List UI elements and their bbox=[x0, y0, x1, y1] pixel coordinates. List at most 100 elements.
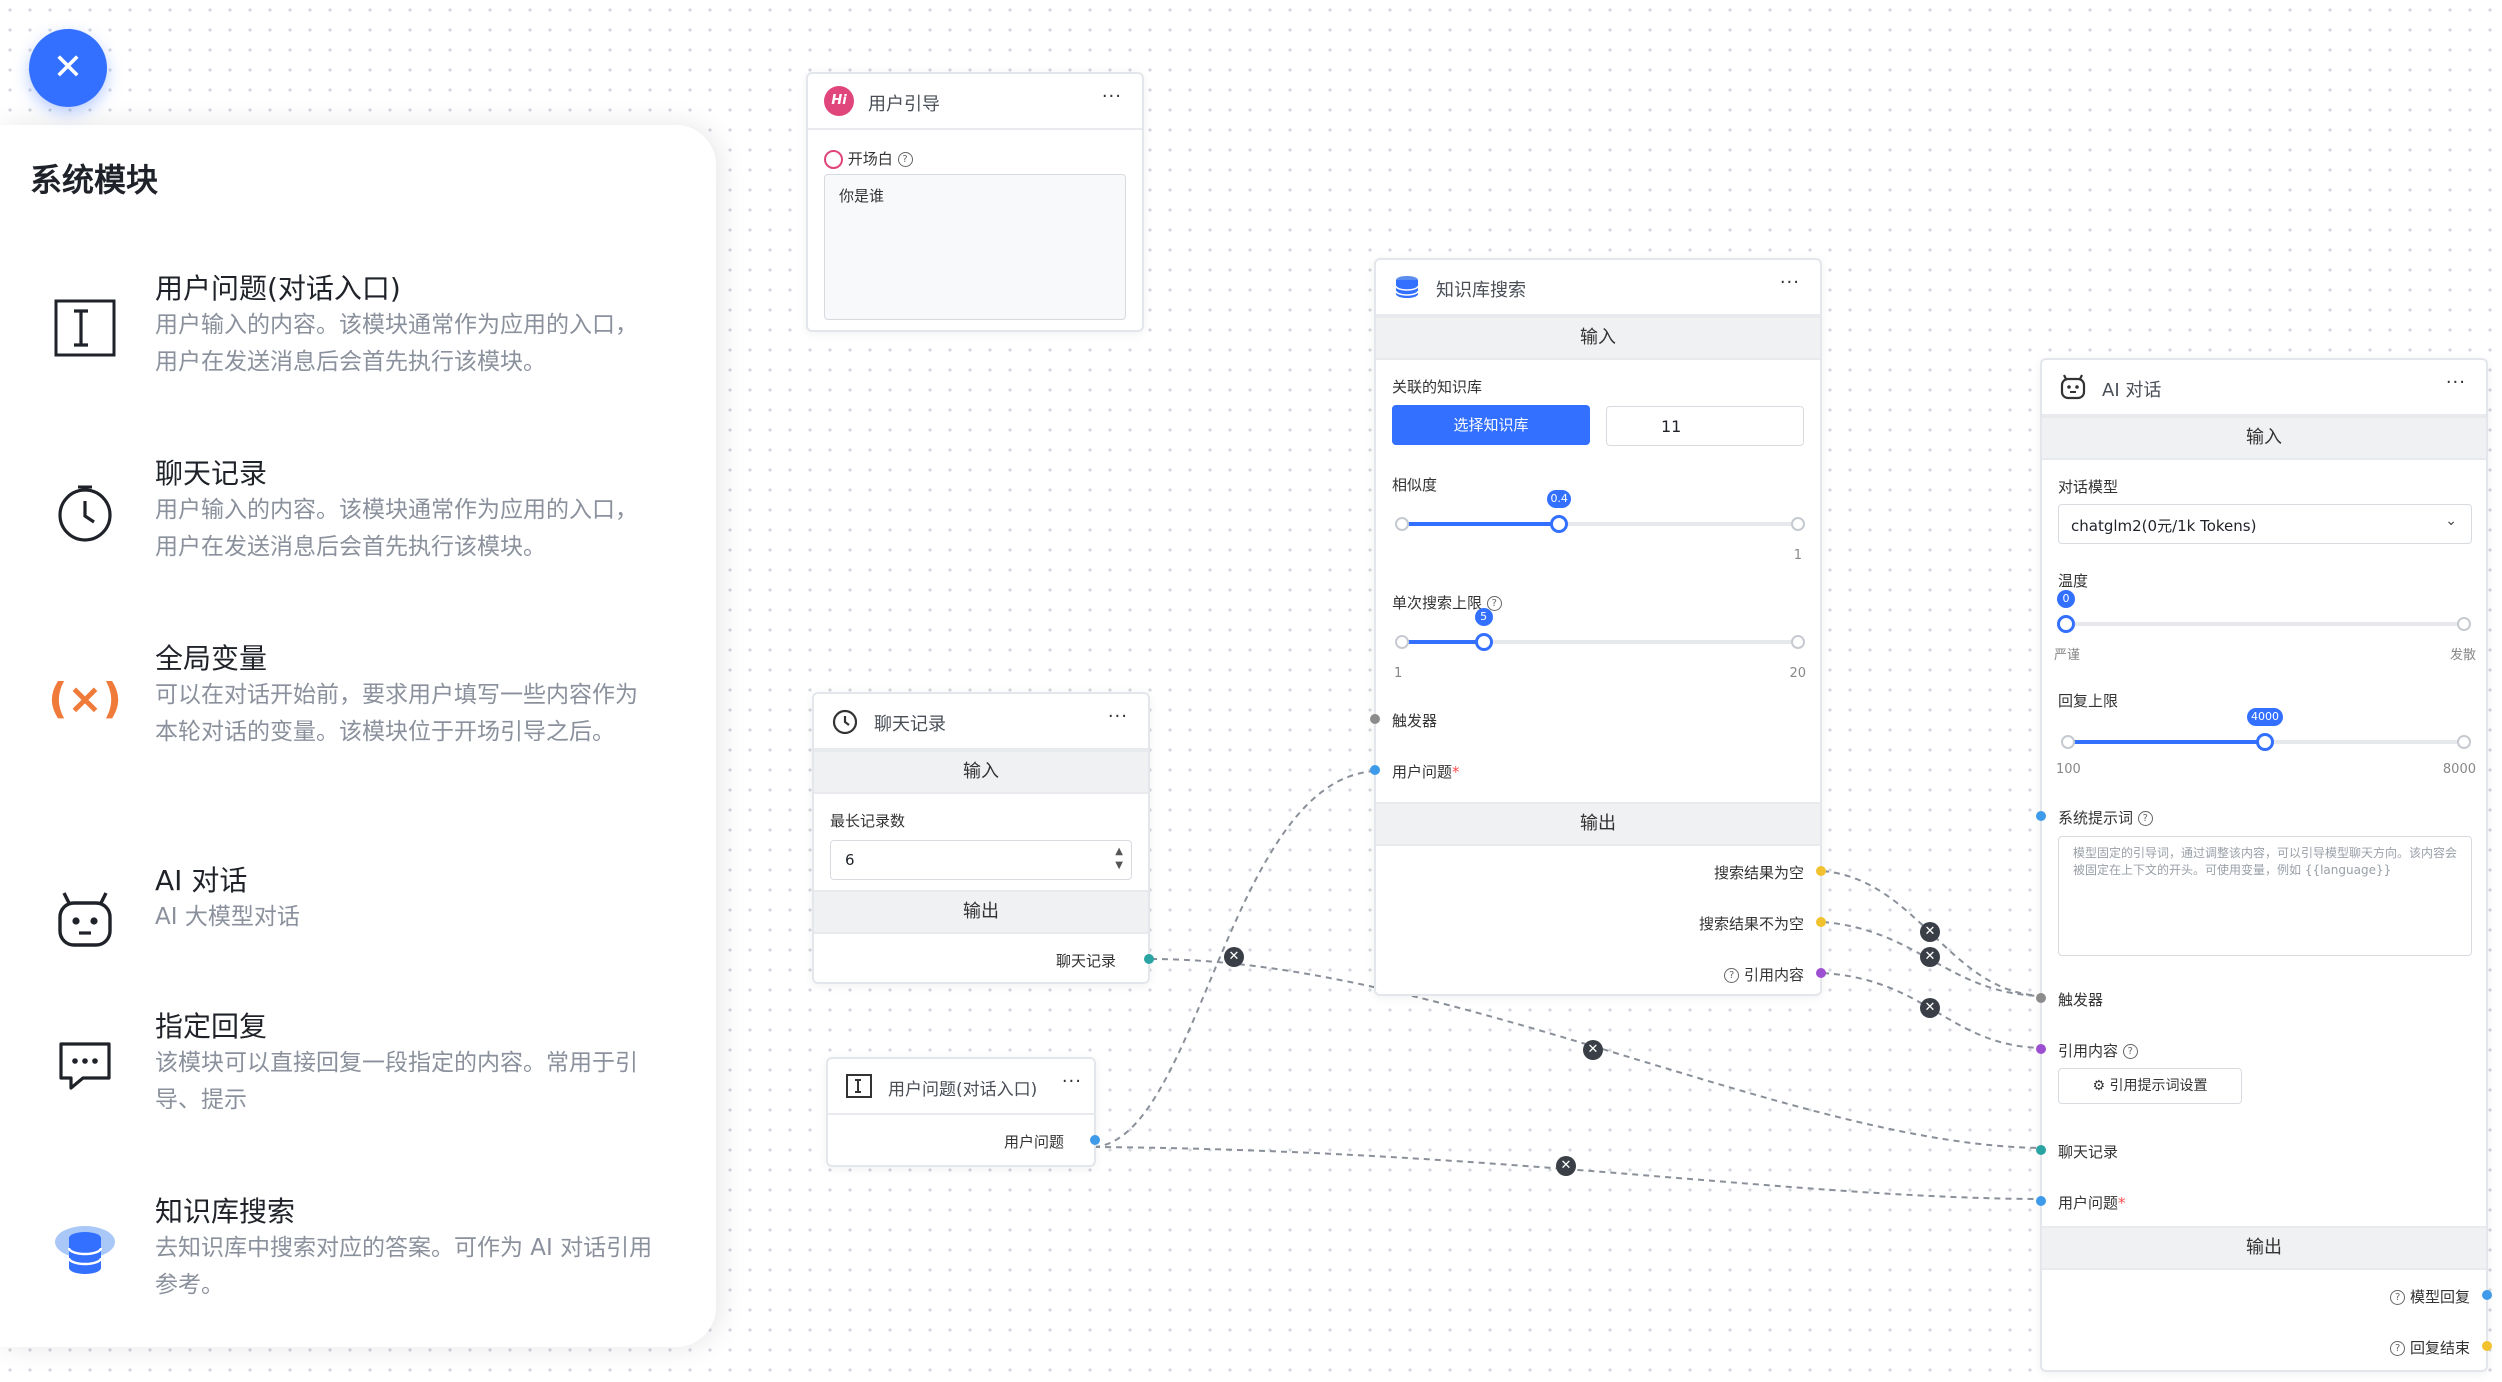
ai-quote-port[interactable] bbox=[2036, 1044, 2046, 1054]
out-reply-label-row: ? 模型回复 bbox=[2390, 1286, 2470, 1307]
delete-edge-empty[interactable]: ✕ bbox=[1920, 922, 1940, 942]
stepper-icon[interactable]: ▲ ▼ bbox=[1115, 845, 1123, 873]
temperature-thumb[interactable] bbox=[2057, 615, 2075, 633]
help-icon[interactable]: ? bbox=[2390, 1341, 2406, 1356]
ai-history-port[interactable] bbox=[2036, 1145, 2046, 1155]
chat-reply-icon bbox=[50, 1031, 120, 1101]
module-name: 指定回复 bbox=[155, 1010, 268, 1043]
module-name: 用户问题(对话入口) bbox=[155, 272, 401, 305]
node-header[interactable]: 知识库搜索 ··· bbox=[1376, 260, 1820, 316]
node-title: 用户问题(对话入口) bbox=[888, 1080, 1038, 1100]
limit-label: 单次搜索上限 bbox=[1392, 594, 1483, 612]
module-chat-history[interactable]: 聊天记录 用户输入的内容。该模块通常作为应用的入口，用户在发送消息后会首先执行该… bbox=[30, 452, 690, 572]
module-ai-chat[interactable]: AI 对话 AI 大模型对话 bbox=[30, 859, 690, 969]
module-name: 知识库搜索 bbox=[155, 1195, 296, 1228]
similarity-slider[interactable]: 0.4 bbox=[1395, 490, 1805, 546]
reply-limit-thumb[interactable] bbox=[2256, 733, 2274, 751]
select-kb-button[interactable]: 选择知识库 bbox=[1392, 405, 1590, 445]
help-icon[interactable]: ? bbox=[897, 152, 913, 167]
reply-limit-min: 100 bbox=[2056, 762, 2081, 777]
question-output-port[interactable] bbox=[1090, 1135, 1100, 1145]
help-icon[interactable]: ? bbox=[1724, 968, 1740, 983]
module-global-variables[interactable]: (×) 全局变量 可以在对话开始前，要求用户填写一些内容作为本轮对话的变量。该模… bbox=[30, 637, 690, 797]
more-options-button[interactable]: ··· bbox=[1780, 272, 1800, 293]
node-header[interactable]: 聊天记录 ··· bbox=[814, 694, 1148, 750]
close-panel-button[interactable]: ✕ bbox=[29, 29, 107, 107]
help-icon[interactable]: ? bbox=[2122, 1044, 2138, 1059]
help-icon[interactable]: ? bbox=[2390, 1290, 2406, 1305]
reply-limit-value-badge: 4000 bbox=[2247, 708, 2283, 726]
kb-question-label-row: 用户问题* bbox=[1392, 763, 1460, 781]
module-kb-search[interactable]: 知识库搜索 去知识库中搜索对应的答案。可作为 AI 对话引用参考。 bbox=[30, 1190, 690, 1310]
system-prompt-port[interactable] bbox=[2036, 811, 2046, 821]
node-header[interactable]: Hi 用户引导 ··· bbox=[808, 74, 1142, 130]
history-clock-icon bbox=[50, 478, 120, 548]
model-select[interactable]: chatglm2(0元/1k Tokens) ⌄ bbox=[2058, 504, 2472, 544]
ai-question-label-row: 用户问题* bbox=[2058, 1194, 2126, 1212]
similarity-thumb[interactable] bbox=[1550, 515, 1569, 533]
ai-question-port[interactable] bbox=[2036, 1196, 2046, 1206]
kb-value-field[interactable]: 11 bbox=[1606, 406, 1804, 446]
module-desc: 用户输入的内容。该模块通常作为应用的入口，用户在发送消息后会首先执行该模块。 bbox=[155, 497, 638, 560]
module-name: 聊天记录 bbox=[155, 457, 268, 490]
quote-settings-button[interactable]: ⚙ 引用提示词设置 bbox=[2058, 1068, 2242, 1104]
out-nonempty-label: 搜索结果不为空 bbox=[1698, 915, 1804, 933]
help-icon[interactable]: ? bbox=[2137, 811, 2153, 826]
input-section-header: 输入 bbox=[2042, 416, 2486, 460]
ai-question-label: 用户问题 bbox=[2058, 1194, 2119, 1212]
limit-thumb[interactable] bbox=[1474, 633, 1493, 651]
reply-limit-max: 8000 bbox=[2442, 762, 2476, 777]
gear-icon: ⚙ bbox=[2092, 1078, 2106, 1094]
out-reply-port[interactable] bbox=[2482, 1290, 2492, 1300]
out-quote-port[interactable] bbox=[1816, 968, 1826, 978]
more-options-button[interactable]: ··· bbox=[1062, 1071, 1082, 1092]
node-header[interactable]: AI 对话 ··· bbox=[2042, 360, 2486, 416]
history-clock-icon bbox=[830, 706, 860, 736]
more-options-button[interactable]: ··· bbox=[2446, 372, 2466, 393]
delete-edge-question-ai[interactable]: ✕ bbox=[1556, 1156, 1576, 1176]
node-chat-history[interactable]: 聊天记录 ··· 输入 最长记录数 6 ▲ ▼ 输出 聊天记录 bbox=[812, 692, 1154, 984]
output-section-header: 输出 bbox=[814, 890, 1148, 934]
chevron-down-icon: ⌄ bbox=[2445, 513, 2457, 529]
delete-edge-history[interactable]: ✕ bbox=[1224, 947, 1244, 967]
out-empty-port[interactable] bbox=[1816, 866, 1826, 876]
opening-textarea[interactable]: 你是谁 bbox=[824, 174, 1126, 320]
system-prompt-textarea[interactable]: 模型固定的引导词，通过调整该内容，可以引导模型聊天方向。该内容会被固定在上下文的… bbox=[2058, 836, 2472, 956]
input-section-header: 输入 bbox=[1376, 316, 1820, 360]
delete-edge-kb-quote[interactable]: ✕ bbox=[1583, 1040, 1603, 1060]
max-records-input[interactable]: 6 ▲ ▼ bbox=[830, 840, 1132, 880]
delete-edge-quote[interactable]: ✕ bbox=[1920, 998, 1940, 1018]
node-kb-search[interactable]: 知识库搜索 ··· 输入 关联的知识库 选择知识库 11 相似度 0.4 1 单… bbox=[1370, 258, 1826, 996]
module-name: AI 对话 bbox=[155, 864, 248, 897]
more-options-button[interactable]: ··· bbox=[1102, 86, 1122, 107]
node-user-guide[interactable]: Hi 用户引导 ··· 开场白 ? 你是谁 bbox=[806, 72, 1144, 332]
node-user-question[interactable]: 用户问题(对话入口) ··· 用户问题 bbox=[826, 1057, 1100, 1167]
module-fixed-reply[interactable]: 指定回复 该模块可以直接回复一段指定的内容。常用于引导、提示 bbox=[30, 1005, 690, 1125]
more-options-button[interactable]: ··· bbox=[1108, 706, 1128, 727]
output-section-header: 输出 bbox=[2042, 1226, 2486, 1270]
reply-limit-slider[interactable]: 4000 bbox=[2061, 708, 2471, 764]
variable-icon: (×) bbox=[48, 673, 122, 723]
temperature-slider[interactable]: 0 bbox=[2057, 590, 2471, 646]
kb-question-port[interactable] bbox=[1370, 765, 1380, 775]
out-nonempty-port[interactable] bbox=[1816, 917, 1826, 927]
out-quote-label-row: ? 引用内容 bbox=[1724, 964, 1804, 985]
history-output-port[interactable] bbox=[1144, 954, 1154, 964]
similarity-value-badge: 0.4 bbox=[1547, 490, 1572, 508]
node-ai-chat[interactable]: AI 对话 ··· 输入 对话模型 chatglm2(0元/1k Tokens)… bbox=[2036, 358, 2492, 1372]
robot-icon bbox=[50, 885, 120, 955]
ai-trigger-port[interactable] bbox=[2036, 993, 2046, 1003]
module-user-question[interactable]: 用户问题(对话入口) 用户输入的内容。该模块通常作为应用的入口，用户在发送消息后… bbox=[30, 267, 690, 387]
limit-max: 20 bbox=[1789, 666, 1806, 681]
delete-edge-nonempty[interactable]: ✕ bbox=[1920, 947, 1940, 967]
history-output-label: 聊天记录 bbox=[1055, 952, 1116, 970]
module-desc: 该模块可以直接回复一段指定的内容。常用于引导、提示 bbox=[155, 1050, 638, 1113]
question-output-label: 用户问题 bbox=[1003, 1133, 1064, 1151]
system-prompt-label-row: 系统提示词 ? bbox=[2058, 807, 2153, 828]
kb-trigger-port[interactable] bbox=[1370, 714, 1380, 724]
limit-slider[interactable]: 5 bbox=[1395, 608, 1805, 664]
max-records-label: 最长记录数 bbox=[830, 812, 906, 830]
node-title: 知识库搜索 bbox=[1436, 280, 1526, 301]
node-header[interactable]: 用户问题(对话入口) ··· bbox=[828, 1059, 1094, 1115]
out-end-port[interactable] bbox=[2482, 1341, 2492, 1351]
